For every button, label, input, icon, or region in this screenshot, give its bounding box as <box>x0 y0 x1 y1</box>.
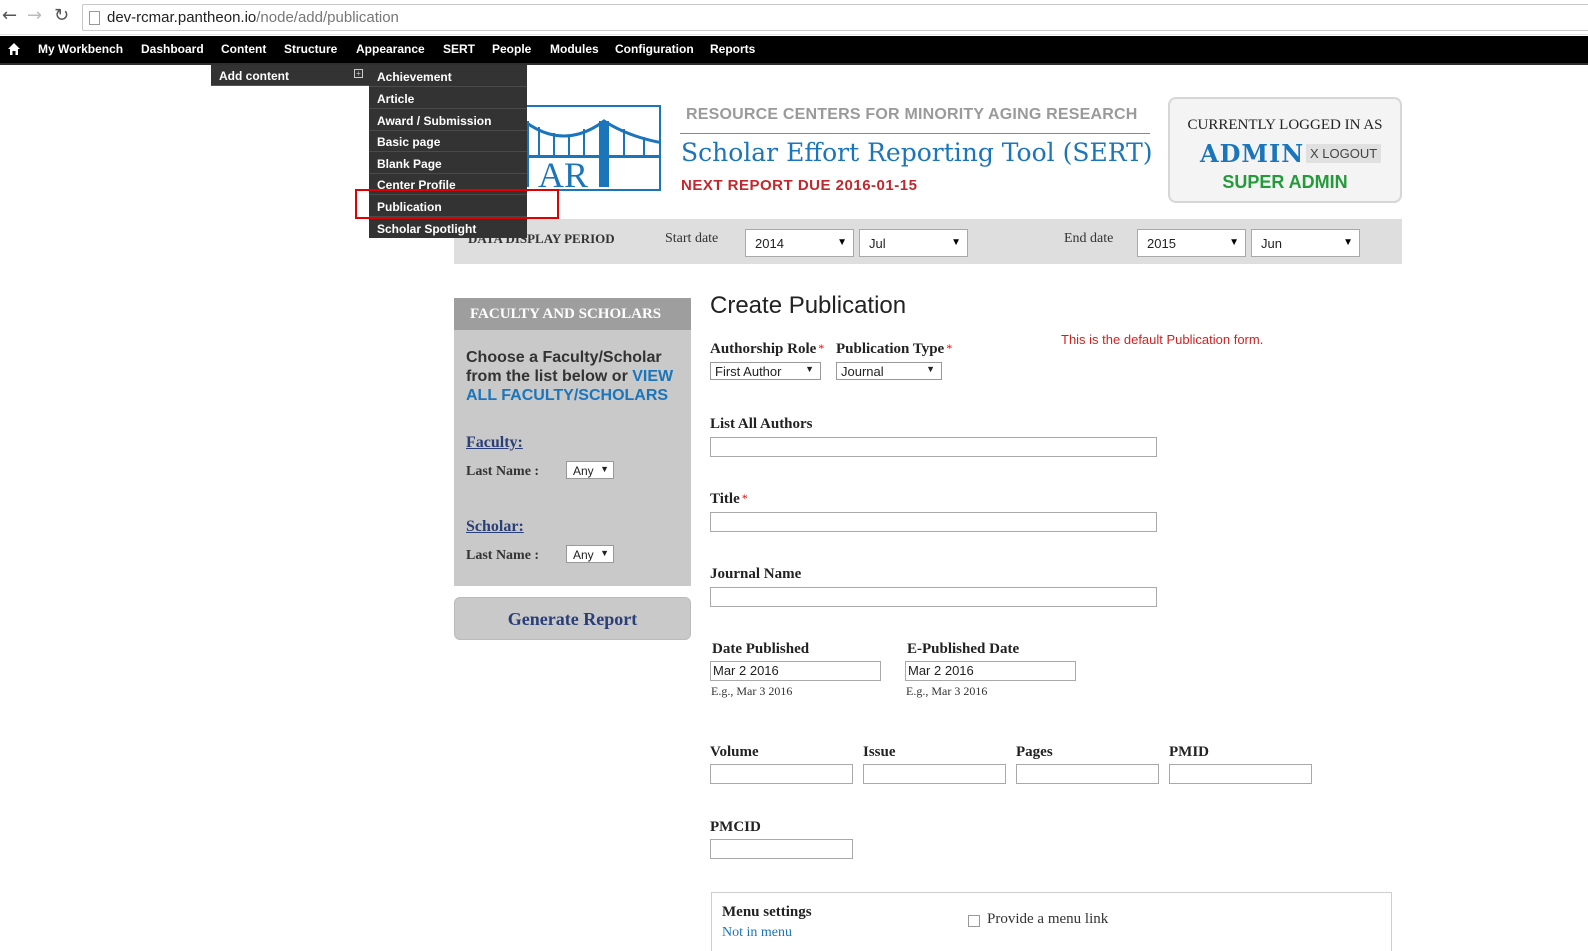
menu-item-award-submission[interactable]: Award / Submission <box>369 109 527 131</box>
highlight-annotation <box>355 189 559 219</box>
menu-add-content[interactable]: Add content <box>219 69 289 83</box>
username: ADMIN <box>1200 139 1305 168</box>
authorship-role-label: Authorship Role * <box>710 341 825 357</box>
faculty-heading[interactable]: Faculty: <box>466 434 523 452</box>
toolbar-dashboard[interactable]: Dashboard <box>141 42 204 56</box>
scholar-heading[interactable]: Scholar: <box>466 518 524 536</box>
faculty-lastname-select[interactable]: Any ▼ <box>566 461 614 479</box>
journal-name-input[interactable] <box>710 587 1157 607</box>
dropdown-arrow-icon: ▼ <box>951 237 961 248</box>
provide-menu-link-label[interactable]: Provide a menu link <box>987 911 1108 928</box>
volume-label: Volume <box>710 744 759 760</box>
expand-icon: + <box>354 69 363 78</box>
toolbar-configuration[interactable]: Configuration <box>615 42 694 56</box>
epublished-date-label: E-Published Date <box>907 641 1020 657</box>
end-date-label: End date <box>1064 231 1114 246</box>
url-text: dev-rcmar.pantheon.io/node/add/publicati… <box>107 9 399 26</box>
start-year-select[interactable]: 2014 ▼ <box>745 229 854 257</box>
publication-type-select[interactable]: Journal ▼ <box>836 362 942 380</box>
back-arrow-icon[interactable]: ← <box>2 5 17 27</box>
logout-button[interactable]: X LOGOUT <box>1306 144 1382 163</box>
home-icon[interactable] <box>7 42 21 56</box>
pages-input[interactable] <box>1016 764 1159 784</box>
dropdown-arrow-icon: ▼ <box>805 364 814 374</box>
toolbar-structure[interactable]: Structure <box>284 42 337 56</box>
forward-arrow-icon[interactable]: → <box>27 5 42 27</box>
publication-type-label: Publication Type * <box>836 341 953 357</box>
data-display-period-bar: DATA DISPLAY PERIOD Start date 2014 ▼ Jul… <box>454 219 1402 264</box>
menu-settings-label[interactable]: Menu settings <box>722 904 812 921</box>
panel-heading: FACULTY AND SCHOLARS <box>454 298 691 330</box>
user-role: SUPER ADMIN <box>1222 172 1348 192</box>
toolbar-content[interactable]: Content <box>221 42 266 56</box>
date-published-hint: E.g., Mar 3 2016 <box>711 684 793 698</box>
date-published-input[interactable]: Mar 2 2016 <box>710 661 881 681</box>
faculty-lastname-label: Last Name : <box>466 464 540 479</box>
toolbar-reports[interactable]: Reports <box>710 42 755 56</box>
dropdown-arrow-icon: ▼ <box>600 464 609 474</box>
toolbar-people[interactable]: People <box>492 42 531 56</box>
faculty-scholars-panel: FACULTY AND SCHOLARS Choose a Faculty/Sc… <box>454 298 691 586</box>
start-month-select[interactable]: Jul ▼ <box>859 229 968 257</box>
start-date-label: Start date <box>665 231 719 246</box>
required-mark: * <box>741 491 748 505</box>
menu-item-article[interactable]: Article <box>369 87 527 109</box>
title-label: Title * <box>710 491 748 507</box>
toolbar-appearance[interactable]: Appearance <box>356 42 425 56</box>
required-mark: * <box>818 341 825 355</box>
epublished-date-input[interactable]: Mar 2 2016 <box>905 661 1076 681</box>
admin-toolbar: My Workbench Dashboard Content Structure… <box>0 36 1588 65</box>
menu-item-blank-page[interactable]: Blank Page <box>369 152 527 174</box>
issue-input[interactable] <box>863 764 1006 784</box>
toolbar-sert[interactable]: SERT <box>443 42 475 56</box>
address-bar[interactable]: dev-rcmar.pantheon.io/node/add/publicati… <box>82 4 1588 31</box>
date-published-label: Date Published <box>712 641 810 657</box>
menu-item-achievement[interactable]: Achievement <box>369 65 527 87</box>
issue-label: Issue <box>863 744 896 760</box>
browser-chrome: ← → ↻ dev-rcmar.pantheon.io/node/add/pub… <box>0 0 1588 35</box>
epublished-date-hint: E.g., Mar 3 2016 <box>906 684 988 698</box>
scholar-lastname-select[interactable]: Any ▼ <box>566 545 614 563</box>
org-name: RESOURCE CENTERS FOR MINORITY AGING RESE… <box>686 106 1138 123</box>
pmid-label: PMID <box>1169 744 1209 760</box>
default-form-note: This is the default Publication form. <box>1061 332 1264 347</box>
menu-settings-summary: Not in menu <box>722 925 792 940</box>
title-input[interactable] <box>710 512 1157 532</box>
next-report-due: NEXT REPORT DUE 2016-01-15 <box>681 177 918 194</box>
menu-settings-box: Menu settings Not in menu Provide a menu… <box>711 892 1392 951</box>
panel-intro: Choose a Faculty/Scholar from the list b… <box>466 349 674 404</box>
dropdown-arrow-icon: ▼ <box>600 548 609 558</box>
authors-input[interactable] <box>710 437 1157 457</box>
reload-icon[interactable]: ↻ <box>54 5 69 27</box>
journal-name-label: Journal Name <box>710 566 802 582</box>
provide-menu-link-checkbox[interactable] <box>968 915 980 927</box>
generate-report-button[interactable]: Generate Report <box>454 597 691 640</box>
menu-item-scholar-spotlight[interactable]: Scholar Spotlight <box>369 217 527 239</box>
authors-label: List All Authors <box>710 416 813 432</box>
dropdown-arrow-icon: ▼ <box>926 364 935 374</box>
toolbar-modules[interactable]: Modules <box>550 42 599 56</box>
menu-item-basic-page[interactable]: Basic page <box>369 130 527 152</box>
page-icon <box>89 11 100 25</box>
pages-label: Pages <box>1016 744 1053 760</box>
dropdown-arrow-icon: ▼ <box>837 237 847 248</box>
pmcid-input[interactable] <box>710 839 853 859</box>
header-divider <box>680 133 1150 134</box>
dropdown-arrow-icon: ▼ <box>1343 237 1353 248</box>
login-label: CURRENTLY LOGGED IN AS <box>1187 117 1383 133</box>
required-mark: * <box>946 341 953 355</box>
authorship-role-select[interactable]: First Author ▼ <box>710 362 821 380</box>
page-title: Create Publication <box>710 292 907 319</box>
dropdown-arrow-icon: ▼ <box>1229 237 1239 248</box>
volume-input[interactable] <box>710 764 853 784</box>
site-title[interactable]: Scholar Effort Reporting Tool (SERT) <box>681 138 1153 167</box>
toolbar-my-workbench[interactable]: My Workbench <box>38 42 123 56</box>
pmid-input[interactable] <box>1169 764 1312 784</box>
scholar-lastname-label: Last Name : <box>466 548 540 563</box>
end-month-select[interactable]: Jun ▼ <box>1251 229 1360 257</box>
login-box: CURRENTLY LOGGED IN AS ADMIN X LOGOUT SU… <box>1168 97 1402 203</box>
end-year-select[interactable]: 2015 ▼ <box>1137 229 1246 257</box>
content-submenu: Add content + <box>211 65 369 86</box>
pmcid-label: PMCID <box>710 819 761 835</box>
